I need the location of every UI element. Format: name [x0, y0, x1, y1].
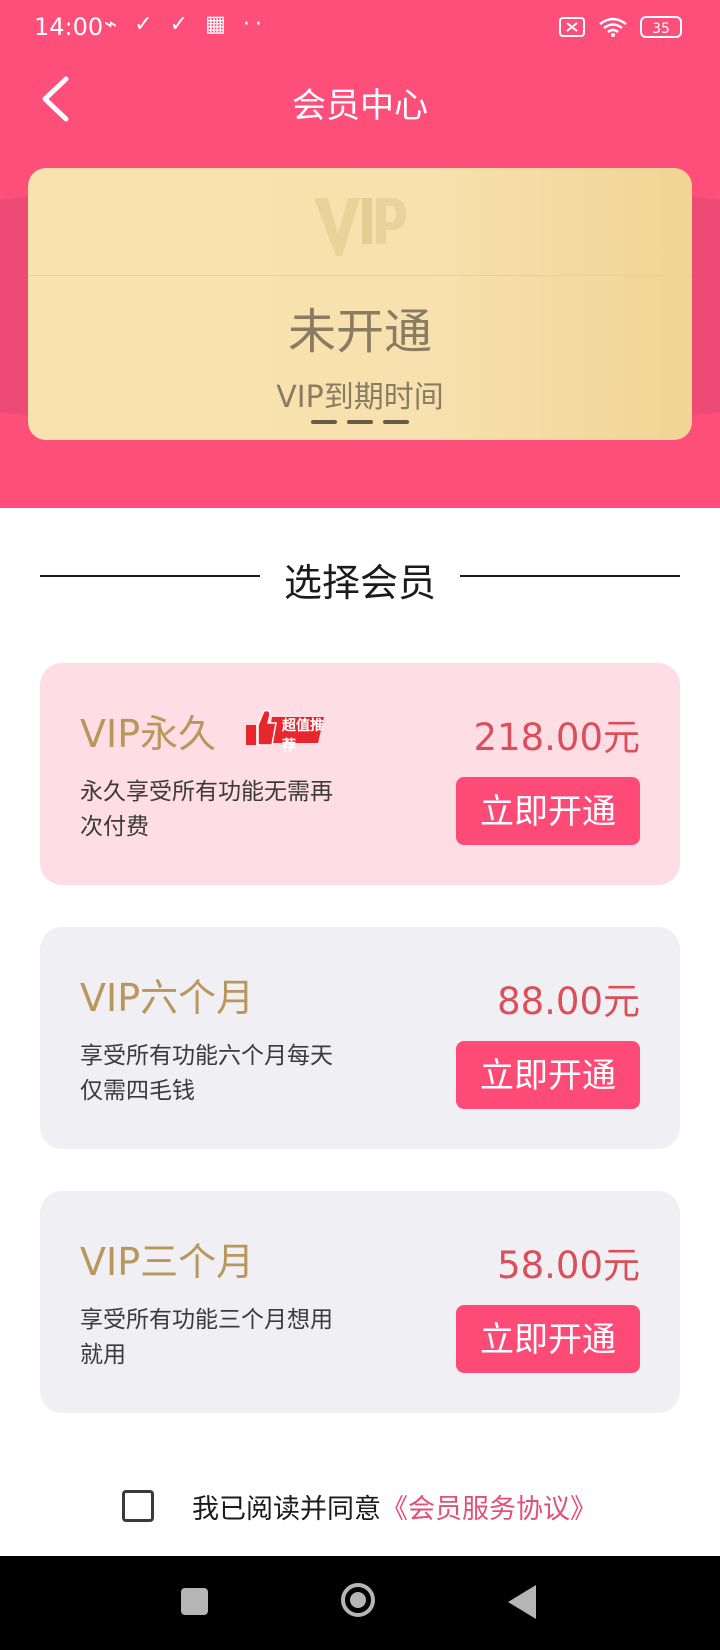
badge-text: 超值推荐: [282, 718, 324, 754]
card-divider: [28, 275, 692, 276]
vip-logo: [28, 194, 692, 268]
home-button[interactable]: [341, 1583, 375, 1617]
plan-card-six-months: VIP六个月 享受所有功能六个月每天仅需四毛钱 88.00元 立即开通: [40, 927, 680, 1149]
open-button-six-months[interactable]: 立即开通: [456, 1041, 640, 1109]
system-nav-bar: [0, 1556, 720, 1650]
open-button-permanent[interactable]: 立即开通: [456, 777, 640, 845]
agreement-row: 我已阅读并同意 《会员服务协议》: [122, 1486, 597, 1526]
vip-status: 未开通: [287, 304, 432, 360]
indicator-dot: [347, 420, 373, 424]
battery-icon: 35: [640, 16, 682, 38]
page-title: 会员中心: [292, 86, 428, 126]
status-time: 14:00: [34, 13, 104, 41]
status-bar: 14:00 ⌁ ✓ ✓ ▦ ·· 35: [0, 0, 720, 56]
plan-description: 享受所有功能六个月每天仅需四毛钱: [80, 1043, 333, 1104]
carousel-indicator: [28, 420, 692, 424]
plan-card-three-months: VIP三个月 享受所有功能三个月想用就用 58.00元 立即开通: [40, 1191, 680, 1413]
plan-name: VIP永久: [80, 712, 217, 756]
plan-description: 永久享受所有功能无需再次付费: [80, 779, 333, 840]
section-header: 选择会员: [40, 548, 680, 605]
wifi-icon: [599, 17, 627, 37]
plan-name: VIP三个月: [80, 1240, 255, 1284]
recents-button[interactable]: [181, 1588, 208, 1615]
no-sim-icon: [559, 17, 585, 37]
plan-price: 218.00元: [473, 716, 640, 759]
plan-description: 享受所有功能三个月想用就用: [80, 1307, 333, 1368]
vip-expire-label: VIP到期时间: [276, 380, 444, 415]
section-title: 选择会员: [283, 561, 436, 605]
plan-price: 58.00元: [497, 1244, 640, 1287]
vip-logo-icon: [314, 198, 406, 256]
status-icons-right: 35: [558, 14, 682, 40]
agreement-link[interactable]: 《会员服务协议》: [381, 1487, 597, 1526]
recommend-badge: 超值推荐: [242, 707, 326, 754]
plan-name: VIP六个月: [80, 976, 255, 1020]
agree-checkbox[interactable]: [122, 1490, 154, 1522]
notification-icons: ⌁ ✓ ✓ ▦ ··: [104, 12, 267, 37]
header: 14:00 ⌁ ✓ ✓ ▦ ·· 35 会员中心 未开通 VIP到期时间: [0, 0, 720, 508]
agreement-text: 我已阅读并同意: [192, 1493, 381, 1525]
vip-card: 未开通 VIP到期时间: [28, 168, 692, 440]
system-back-button[interactable]: [508, 1585, 536, 1619]
open-button-three-months[interactable]: 立即开通: [456, 1305, 640, 1373]
indicator-dot: [311, 420, 337, 424]
nav-bar: 会员中心: [0, 56, 720, 144]
plan-price: 88.00元: [497, 980, 640, 1023]
indicator-dot: [383, 420, 409, 424]
section-line-right: [460, 575, 680, 577]
plan-card-permanent: VIP永久 超值推荐 永久享受所有功能无需再次付费 218.00元 立即开通: [40, 663, 680, 885]
